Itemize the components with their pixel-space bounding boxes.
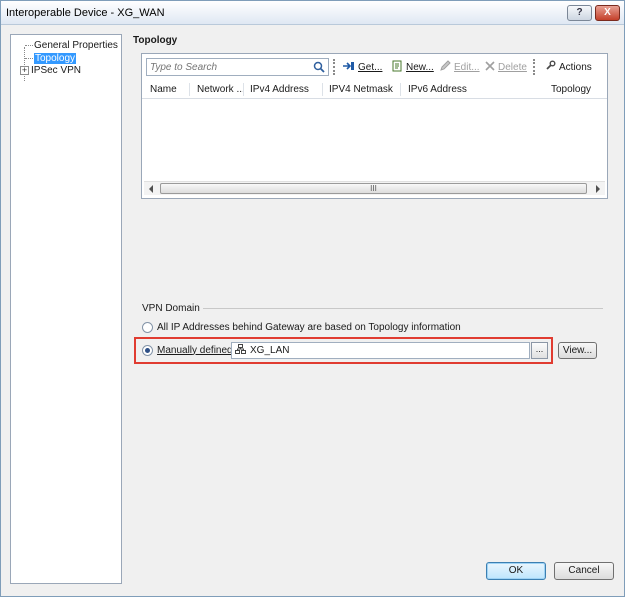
radio-label: All IP Addresses behind Gateway are base… xyxy=(157,321,461,333)
expand-icon[interactable]: + xyxy=(20,66,29,75)
column-header[interactable]: IPV4 Netmask xyxy=(329,84,393,95)
column-header[interactable]: IPv4 Address xyxy=(250,84,309,95)
radio-label: Manually defined xyxy=(157,344,233,356)
new-button-label: New... xyxy=(406,61,434,73)
get-arrow-icon xyxy=(342,60,355,75)
vpn-domain-value: XG_LAN xyxy=(250,345,290,356)
tree-item-general-properties[interactable]: General Properties xyxy=(25,39,118,52)
tree-item-ipsec-vpn[interactable]: IPSec VPN xyxy=(31,64,81,77)
delete-button-label: Delete xyxy=(498,61,527,73)
tree-item-label: General Properties xyxy=(34,40,118,51)
tree-connector xyxy=(25,44,33,46)
dialog-window: Interoperable Device - XG_WAN ? X Genera… xyxy=(0,0,625,597)
close-button[interactable]: X xyxy=(595,5,620,21)
tree-item-label: IPSec VPN xyxy=(31,65,82,76)
help-button[interactable]: ? xyxy=(567,5,592,21)
column-divider[interactable] xyxy=(243,83,244,96)
vpn-domain-label: VPN Domain xyxy=(142,303,200,314)
search-box[interactable] xyxy=(146,58,329,76)
get-button[interactable]: Get... xyxy=(342,60,382,74)
column-header[interactable]: Name xyxy=(150,84,177,95)
column-divider[interactable] xyxy=(189,83,190,96)
network-group-icon xyxy=(235,344,246,357)
window-title: Interoperable Device - XG_WAN xyxy=(6,7,165,19)
topology-grid: Get... New... Edit... Delete xyxy=(141,53,608,199)
delete-x-icon xyxy=(485,60,495,74)
horizontal-scrollbar[interactable]: III xyxy=(144,181,605,195)
column-headers: Name Network ... IPv4 Address IPV4 Netma… xyxy=(142,81,607,99)
cancel-button[interactable]: Cancel xyxy=(554,562,614,580)
new-button[interactable]: New... xyxy=(392,60,434,74)
delete-button[interactable]: Delete xyxy=(485,60,527,74)
scroll-thumb[interactable]: III xyxy=(160,183,587,194)
new-document-icon xyxy=(392,60,403,75)
actions-button-label: Actions xyxy=(559,61,592,73)
actions-button[interactable]: Actions xyxy=(545,60,592,74)
column-header[interactable]: IPv6 Address xyxy=(408,84,467,95)
radio-circle[interactable] xyxy=(142,344,153,356)
radio-topology-based[interactable]: All IP Addresses behind Gateway are base… xyxy=(142,320,461,334)
radio-manually-defined[interactable]: Manually defined xyxy=(142,343,233,357)
edit-button-label: Edit... xyxy=(454,61,480,73)
vpn-domain-object-field[interactable]: XG_LAN xyxy=(231,342,530,359)
toolbar-separator xyxy=(333,59,335,75)
column-divider[interactable] xyxy=(400,83,401,96)
group-divider xyxy=(203,308,603,309)
pencil-icon xyxy=(439,59,451,75)
column-header[interactable]: Topology xyxy=(551,84,591,95)
search-icon[interactable] xyxy=(313,61,325,76)
get-button-label: Get... xyxy=(358,61,383,73)
edit-button[interactable]: Edit... xyxy=(439,59,480,75)
radio-circle[interactable] xyxy=(142,321,153,333)
navigation-tree: General Properties Topology + IPSec VPN xyxy=(10,34,122,584)
view-button[interactable]: View... xyxy=(558,342,597,359)
tree-item-label: Topology xyxy=(34,53,77,64)
scroll-left-icon[interactable] xyxy=(149,185,153,193)
wrench-icon xyxy=(545,60,556,74)
search-input[interactable] xyxy=(147,59,307,75)
tree-connector xyxy=(25,57,33,59)
toolbar-separator xyxy=(533,59,535,75)
section-title: Topology xyxy=(133,35,178,46)
dialog-content: General Properties Topology + IPSec VPN … xyxy=(2,26,623,596)
title-bar[interactable]: Interoperable Device - XG_WAN ? X xyxy=(1,1,624,25)
browse-button[interactable]: ... xyxy=(531,342,548,359)
column-header[interactable]: Network ... xyxy=(197,84,245,95)
scroll-right-icon[interactable] xyxy=(596,185,600,193)
ok-button[interactable]: OK xyxy=(486,562,546,580)
column-divider[interactable] xyxy=(322,83,323,96)
